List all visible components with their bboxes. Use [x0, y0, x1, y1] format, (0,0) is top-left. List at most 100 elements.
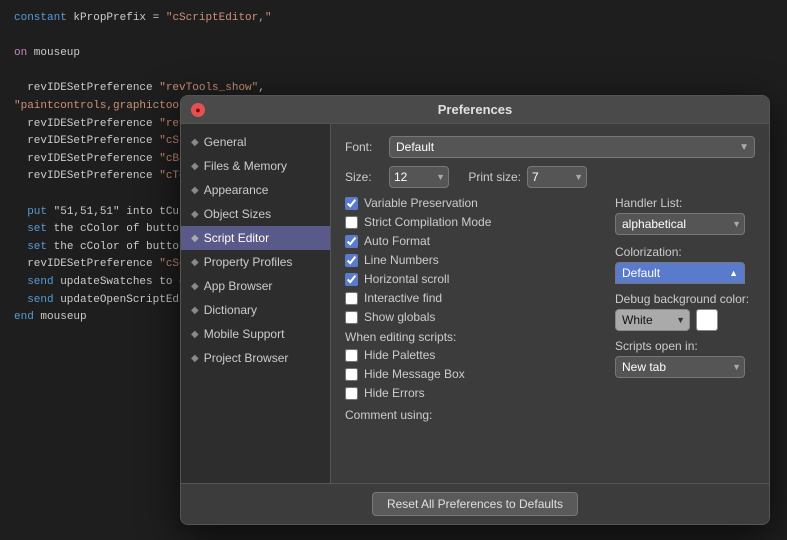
- line-numbers-checkbox[interactable]: [345, 254, 358, 267]
- when-editing-label: When editing scripts:: [345, 330, 603, 344]
- bullet-icon: ◆: [191, 233, 199, 244]
- preferences-modal: ● Preferences ◆ General ◆ Files & Memory…: [180, 95, 770, 525]
- debug-bg-label: Debug background color:: [615, 292, 755, 306]
- colorization-label: Colorization:: [615, 245, 755, 259]
- modal-footer: Reset All Preferences to Defaults: [181, 483, 769, 524]
- scripts-open-label: Scripts open in:: [615, 339, 755, 353]
- bullet-icon: ◆: [191, 137, 199, 148]
- handler-list-label: Handler List:: [615, 196, 755, 210]
- bullet-icon: ◆: [191, 161, 199, 172]
- sidebar: ◆ General ◆ Files & Memory ◆ Appearance …: [181, 124, 331, 483]
- checkbox-horizontal-scroll: Horizontal scroll: [345, 272, 603, 286]
- show-globals-label: Show globals: [364, 310, 435, 324]
- sidebar-item-label: Files & Memory: [204, 159, 287, 173]
- checkbox-strict-compilation: Strict Compilation Mode: [345, 215, 603, 229]
- content-area: Font: Default ▼ Size: 12 ▼ Print size:: [331, 124, 769, 483]
- sidebar-item-mobile-support[interactable]: ◆ Mobile Support: [181, 322, 330, 346]
- hide-message-box-label: Hide Message Box: [364, 367, 465, 381]
- sidebar-item-app-browser[interactable]: ◆ App Browser: [181, 274, 330, 298]
- colorization-dropdown-container: Default ▲ Default Revolution classic Dar…: [615, 262, 745, 284]
- font-label: Font:: [345, 140, 383, 154]
- bullet-icon: ◆: [191, 305, 199, 316]
- hide-errors-checkbox[interactable]: [345, 387, 358, 400]
- interactive-find-label: Interactive find: [364, 291, 442, 305]
- checkbox-hide-palettes: Hide Palettes: [345, 348, 603, 362]
- sidebar-item-label: Appearance: [204, 183, 269, 197]
- debug-bg-row: White ▼: [615, 309, 755, 331]
- bullet-icon: ◆: [191, 257, 199, 268]
- line-numbers-label: Line Numbers: [364, 253, 439, 267]
- close-button[interactable]: ●: [191, 103, 205, 117]
- white-select-wrapper: White ▼: [615, 309, 690, 331]
- checkbox-auto-format: Auto Format: [345, 234, 603, 248]
- size-select[interactable]: 12: [389, 166, 449, 188]
- sidebar-item-label: Project Browser: [204, 351, 289, 365]
- sidebar-item-object-sizes[interactable]: ◆ Object Sizes: [181, 202, 330, 226]
- auto-format-label: Auto Format: [364, 234, 430, 248]
- font-select-wrapper: Default ▼: [389, 136, 755, 158]
- comment-using-label: Comment using:: [345, 408, 603, 422]
- sidebar-item-label: App Browser: [204, 279, 273, 293]
- size-label: Size:: [345, 170, 383, 184]
- colorization-selected[interactable]: Default ▲: [615, 262, 745, 284]
- hide-palettes-label: Hide Palettes: [364, 348, 435, 362]
- horizontal-scroll-checkbox[interactable]: [345, 273, 358, 286]
- sidebar-item-label: Object Sizes: [204, 207, 271, 221]
- bullet-icon: ◆: [191, 185, 199, 196]
- checkbox-hide-message-box: Hide Message Box: [345, 367, 603, 381]
- modal-title-bar: ● Preferences: [181, 96, 769, 124]
- sidebar-item-label: Script Editor: [204, 231, 269, 245]
- sidebar-item-label: Mobile Support: [204, 327, 285, 341]
- sidebar-item-files-memory[interactable]: ◆ Files & Memory: [181, 154, 330, 178]
- font-row: Font: Default ▼: [345, 136, 755, 158]
- handler-list-wrapper: alphabetical ▼: [615, 213, 745, 235]
- auto-format-checkbox[interactable]: [345, 235, 358, 248]
- reset-preferences-button[interactable]: Reset All Preferences to Defaults: [372, 492, 578, 516]
- sidebar-item-script-editor[interactable]: ◆ Script Editor: [181, 226, 330, 250]
- scripts-open-select[interactable]: New tab: [615, 356, 745, 378]
- sidebar-item-label: General: [204, 135, 247, 149]
- print-size-select-wrapper: 7 ▼: [527, 166, 587, 188]
- hide-palettes-checkbox[interactable]: [345, 349, 358, 362]
- size-select-wrapper: 12 ▼: [389, 166, 449, 188]
- sidebar-item-dictionary[interactable]: ◆ Dictionary: [181, 298, 330, 322]
- sidebar-item-general[interactable]: ◆ General: [181, 130, 330, 154]
- modal-body: ◆ General ◆ Files & Memory ◆ Appearance …: [181, 124, 769, 483]
- font-select[interactable]: Default: [389, 136, 755, 158]
- left-checkboxes: Variable Preservation Strict Compilation…: [345, 196, 603, 426]
- right-panel: Handler List: alphabetical ▼ Colorizatio…: [615, 196, 755, 426]
- variable-preservation-checkbox[interactable]: [345, 197, 358, 210]
- chevron-up-icon: ▲: [729, 268, 738, 278]
- checkbox-hide-errors: Hide Errors: [345, 386, 603, 400]
- size-row: Size: 12 ▼ Print size: 7 ▼: [345, 166, 755, 188]
- two-col-layout: Variable Preservation Strict Compilation…: [345, 196, 755, 426]
- checkbox-interactive-find: Interactive find: [345, 291, 603, 305]
- sidebar-item-property-profiles[interactable]: ◆ Property Profiles: [181, 250, 330, 274]
- bullet-icon: ◆: [191, 281, 199, 292]
- scripts-open-wrapper: New tab ▼: [615, 356, 745, 378]
- hide-message-box-checkbox[interactable]: [345, 368, 358, 381]
- sidebar-item-label: Dictionary: [204, 303, 257, 317]
- show-globals-checkbox[interactable]: [345, 311, 358, 324]
- handler-list-select[interactable]: alphabetical: [615, 213, 745, 235]
- horizontal-scroll-label: Horizontal scroll: [364, 272, 449, 286]
- print-size-label: Print size:: [455, 170, 521, 184]
- colorization-selected-value: Default: [622, 266, 660, 280]
- bullet-icon: ◆: [191, 209, 199, 220]
- checkbox-show-globals: Show globals: [345, 310, 603, 324]
- bullet-icon: ◆: [191, 329, 199, 340]
- debug-bg-select[interactable]: White: [615, 309, 690, 331]
- debug-bg-color-swatch[interactable]: [696, 309, 718, 331]
- sidebar-item-appearance[interactable]: ◆ Appearance: [181, 178, 330, 202]
- interactive-find-checkbox[interactable]: [345, 292, 358, 305]
- sidebar-item-project-browser[interactable]: ◆ Project Browser: [181, 346, 330, 370]
- strict-compilation-checkbox[interactable]: [345, 216, 358, 229]
- print-size-select[interactable]: 7: [527, 166, 587, 188]
- variable-preservation-label: Variable Preservation: [364, 196, 478, 210]
- sidebar-item-label: Property Profiles: [204, 255, 293, 269]
- strict-compilation-label: Strict Compilation Mode: [364, 215, 491, 229]
- hide-errors-label: Hide Errors: [364, 386, 425, 400]
- modal-title: Preferences: [438, 102, 512, 117]
- bullet-icon: ◆: [191, 353, 199, 364]
- checkbox-var-preservation: Variable Preservation: [345, 196, 603, 210]
